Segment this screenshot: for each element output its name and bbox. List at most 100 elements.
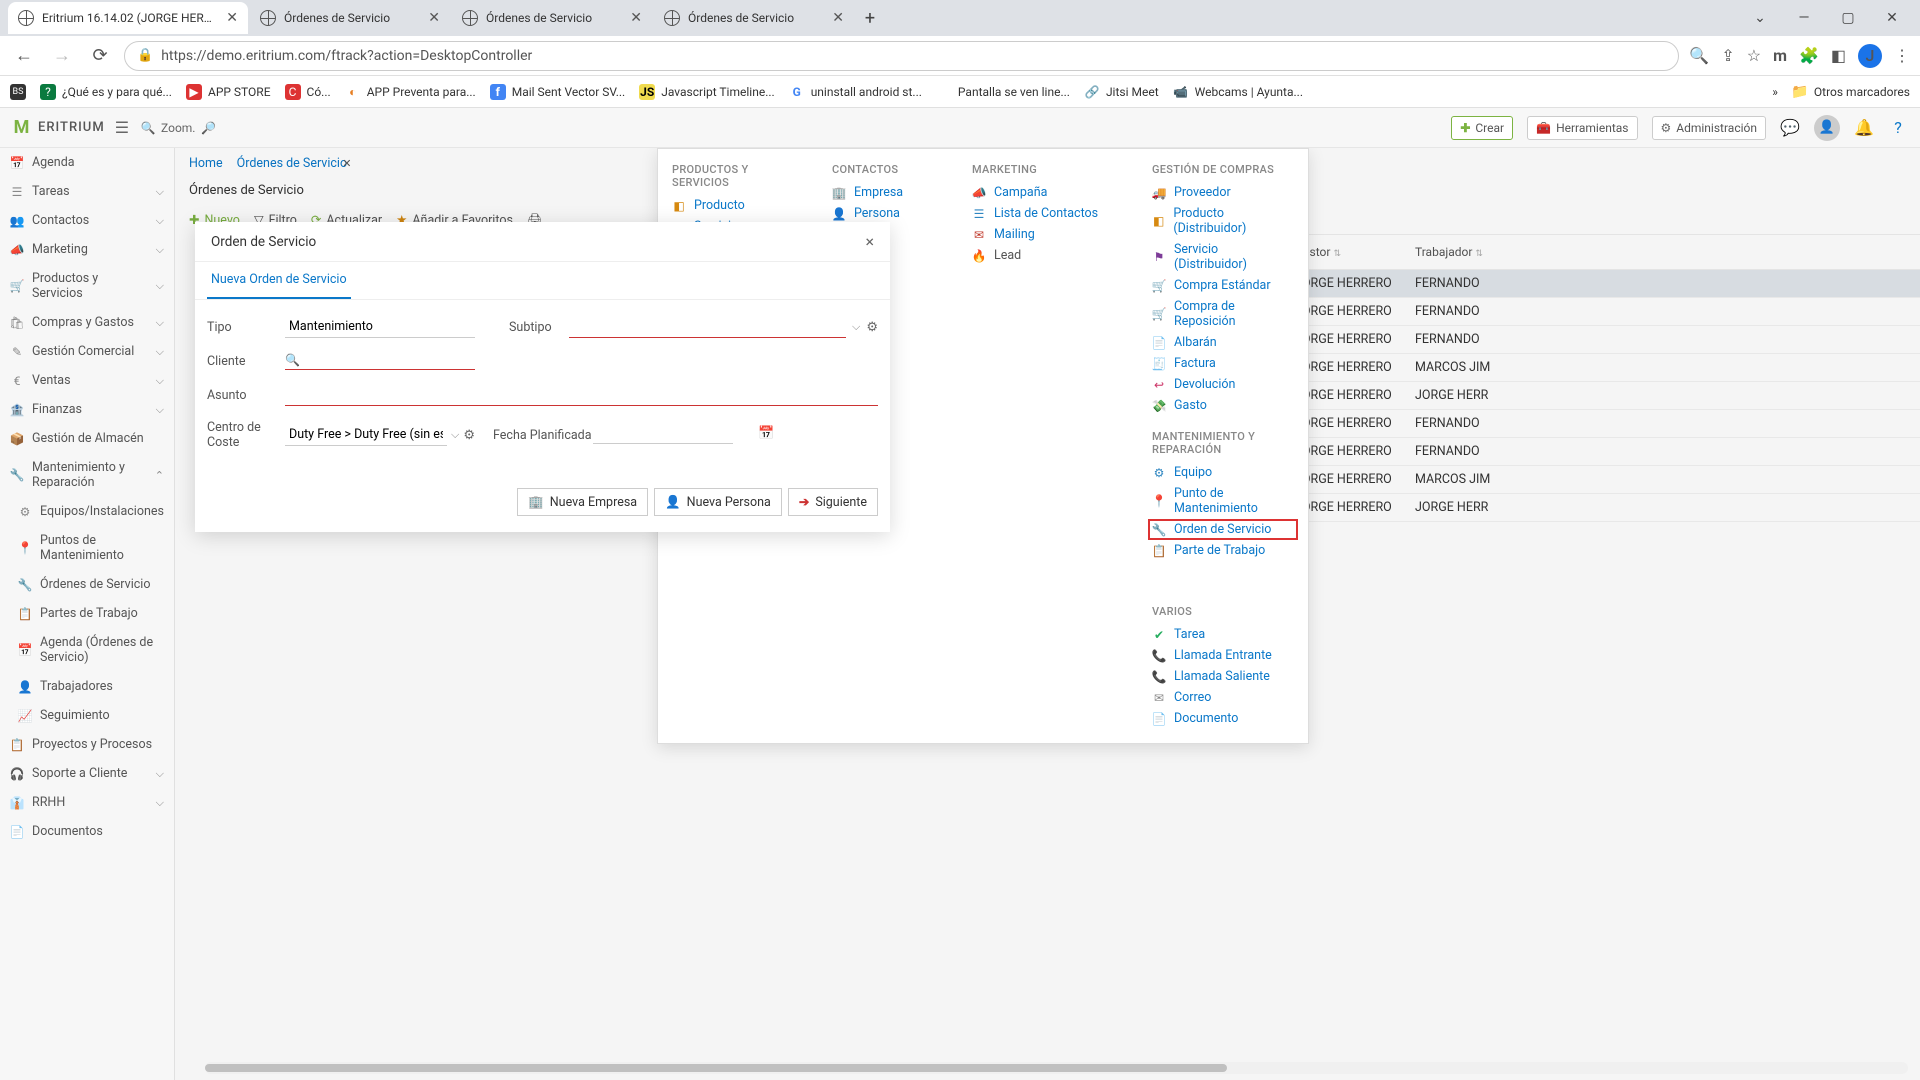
sidebar-sub-trabajadores[interactable]: 👤Trabajadores xyxy=(0,672,174,701)
zoom-out-icon[interactable]: 🔍 xyxy=(139,119,157,137)
mega-item-tarea[interactable]: ✔Tarea xyxy=(1148,624,1298,645)
more-menu-icon[interactable]: ⋮ xyxy=(1894,46,1910,65)
zoom-icon[interactable]: 🔍 xyxy=(1689,46,1709,65)
sidebar-sub-agenda[interactable]: 📅Agenda (Órdenes de Servicio) xyxy=(0,628,174,672)
sidebar-sub-ordenes[interactable]: 🔧Órdenes de Servicio xyxy=(0,570,174,599)
maximize-button[interactable]: ▢ xyxy=(1828,3,1868,33)
hamburger-icon[interactable]: ☰ xyxy=(115,118,129,137)
help-icon[interactable]: ? xyxy=(1888,118,1908,138)
mega-item-compra-est[interactable]: 🛒Compra Estándar xyxy=(1148,275,1298,296)
close-icon[interactable]: ✕ xyxy=(342,157,351,170)
other-bookmarks[interactable]: 📁Otros marcadores xyxy=(1792,84,1910,100)
mega-item-persona[interactable]: 👤Persona xyxy=(828,203,948,224)
bookmark-item[interactable]: CCó... xyxy=(285,84,331,100)
siguiente-button[interactable]: ➔Siguiente xyxy=(788,488,878,516)
bookmark-item[interactable]: 🔗Jitsi Meet xyxy=(1084,84,1159,100)
mega-item-equipo[interactable]: ⚙Equipo xyxy=(1148,462,1298,483)
sidebar-item-agenda[interactable]: 📅Agenda xyxy=(0,148,174,177)
chevron-down-icon[interactable]: ⌄ xyxy=(1740,3,1780,33)
gear-icon[interactable]: ⚙ xyxy=(463,428,475,443)
sidebar-item-proyectos[interactable]: 📋Proyectos y Procesos xyxy=(0,730,174,759)
close-icon[interactable]: × xyxy=(865,232,874,251)
bookmark-item[interactable]: JSJavascript Timeline... xyxy=(639,84,774,100)
mega-item-factura[interactable]: 🧾Factura xyxy=(1148,353,1298,374)
mega-item-serv-dist[interactable]: ⚑Servicio (Distribuidor) xyxy=(1148,239,1298,275)
mega-item-punto-mant[interactable]: 📍Punto de Mantenimiento xyxy=(1148,483,1298,519)
input-asunto[interactable] xyxy=(285,384,878,406)
mega-item-lista[interactable]: ☰Lista de Contactos xyxy=(968,203,1128,224)
gear-icon[interactable]: ⚙ xyxy=(866,320,878,335)
mega-item-lead[interactable]: 🔥Lead xyxy=(968,245,1128,266)
forward-button[interactable]: → xyxy=(48,42,76,70)
close-icon[interactable]: ✕ xyxy=(428,10,440,26)
sidebar-item-comercial[interactable]: ✎Gestión Comercial⌵ xyxy=(0,337,174,366)
scrollbar-thumb[interactable] xyxy=(205,1064,1227,1072)
bookmark-item[interactable]: 📹Webcams | Ayunta... xyxy=(1173,84,1303,100)
sidebar-sub-partes[interactable]: 📋Partes de Trabajo xyxy=(0,599,174,628)
bookmark-item[interactable]: fMail Sent Vector SV... xyxy=(490,84,626,100)
create-button[interactable]: ✚Crear xyxy=(1451,116,1513,140)
bookmark-item[interactable]: Guninstall android st... xyxy=(789,84,922,100)
mega-item-llamada-out[interactable]: 📞Llamada Saliente xyxy=(1148,666,1298,687)
admin-button[interactable]: ⚙Administración xyxy=(1652,116,1767,140)
close-icon[interactable]: ✕ xyxy=(832,10,844,26)
extensions-icon[interactable]: 🧩 xyxy=(1799,46,1819,65)
bookmark-item[interactable]: ?¿Qué es y para qué... xyxy=(40,84,172,100)
breadcrumb-home[interactable]: Home xyxy=(189,156,223,171)
mega-item-llamada-in[interactable]: 📞Llamada Entrante xyxy=(1148,645,1298,666)
back-button[interactable]: ← xyxy=(10,42,38,70)
close-icon[interactable]: ✕ xyxy=(630,10,642,26)
bookmark-item[interactable]: ◐APP Preventa para... xyxy=(345,84,476,100)
mega-item-gasto[interactable]: 💸Gasto xyxy=(1148,395,1298,416)
close-window-button[interactable]: ✕ xyxy=(1872,3,1912,33)
mega-item-parte-trabajo[interactable]: 📋Parte de Trabajo xyxy=(1148,540,1298,561)
app-logo[interactable]: M ERITRIUM xyxy=(12,118,105,138)
sidebar-item-soporte[interactable]: 🎧Soporte a Cliente⌵ xyxy=(0,759,174,788)
bookmark-item[interactable]: ▶APP STORE xyxy=(186,84,271,100)
minimize-button[interactable]: — xyxy=(1784,3,1824,33)
sidebar-item-contactos[interactable]: 👥Contactos⌵ xyxy=(0,206,174,235)
bookmark-item[interactable]: BS xyxy=(10,84,26,100)
sidebar-item-finanzas[interactable]: 🏦Finanzas⌵ xyxy=(0,395,174,424)
tab-nueva-orden[interactable]: Nueva Orden de Servicio xyxy=(207,262,351,299)
close-icon[interactable]: ✕ xyxy=(226,10,238,26)
bookmark-star-icon[interactable]: ☆ xyxy=(1747,46,1761,65)
nueva-empresa-button[interactable]: 🏢Nueva Empresa xyxy=(517,488,648,516)
sidebar-item-rrhh[interactable]: 👔RRHH⌵ xyxy=(0,788,174,817)
notification-icon[interactable]: 🔔 xyxy=(1854,118,1874,138)
mega-item-compra-rep[interactable]: 🛒Compra de Reposición xyxy=(1148,296,1298,332)
browser-tab[interactable]: Órdenes de Servicio ✕ xyxy=(250,2,450,34)
extension-m-icon[interactable]: m xyxy=(1773,46,1787,65)
breadcrumb-current[interactable]: Órdenes de Servicio ✕ xyxy=(237,156,352,171)
mega-item-producto[interactable]: ◧Producto xyxy=(668,195,808,216)
mega-item-albaran[interactable]: 📄Albarán xyxy=(1148,332,1298,353)
profile-avatar[interactable]: J xyxy=(1858,44,1882,68)
mega-item-devolucion[interactable]: ↩Devolución xyxy=(1148,374,1298,395)
input-centro[interactable] xyxy=(285,424,447,446)
sidebar-item-documentos[interactable]: 📄Documentos xyxy=(0,817,174,846)
search-icon[interactable]: 🔍 xyxy=(285,353,300,367)
sidebar-item-mantenimiento[interactable]: 🔧Mantenimiento y Reparación⌃ xyxy=(0,453,174,497)
mega-item-prod-dist[interactable]: ◧Producto (Distribuidor) xyxy=(1148,203,1298,239)
zoom-in-icon[interactable]: 🔎 xyxy=(199,119,217,137)
mega-item-documento[interactable]: 📄Documento xyxy=(1148,708,1298,729)
user-avatar-icon[interactable]: 👤 xyxy=(1814,115,1840,141)
panel-icon[interactable]: ◧ xyxy=(1831,46,1846,65)
col-trabajador[interactable]: Trabajador⇅ xyxy=(1409,241,1529,263)
browser-tab-active[interactable]: Eritrium 16.14.02 (JORGE HERRER ✕ xyxy=(8,2,248,34)
sidebar-item-tareas[interactable]: ☰Tareas⌵ xyxy=(0,177,174,206)
bookmark-overflow[interactable]: » xyxy=(1772,85,1778,99)
mega-item-empresa[interactable]: 🏢Empresa xyxy=(828,182,948,203)
sidebar-sub-seguimiento[interactable]: 📈Seguimiento xyxy=(0,701,174,730)
mega-item-proveedor[interactable]: 🚚Proveedor xyxy=(1148,182,1298,203)
mega-item-campana[interactable]: 📣Campaña xyxy=(968,182,1128,203)
bookmark-item[interactable]: Pantalla se ven line... xyxy=(936,84,1070,100)
tools-button[interactable]: 🧰Herramientas xyxy=(1527,116,1637,140)
reload-button[interactable]: ⟳ xyxy=(86,42,114,70)
input-fecha[interactable] xyxy=(593,426,752,441)
chevron-down-icon[interactable]: ⌵ xyxy=(451,428,459,442)
input-cliente[interactable] xyxy=(306,352,475,367)
chat-icon[interactable]: 💬 xyxy=(1780,118,1800,138)
new-tab-button[interactable]: + xyxy=(856,4,884,32)
sidebar-sub-equipos[interactable]: ⚙Equipos/Instalaciones xyxy=(0,497,174,526)
